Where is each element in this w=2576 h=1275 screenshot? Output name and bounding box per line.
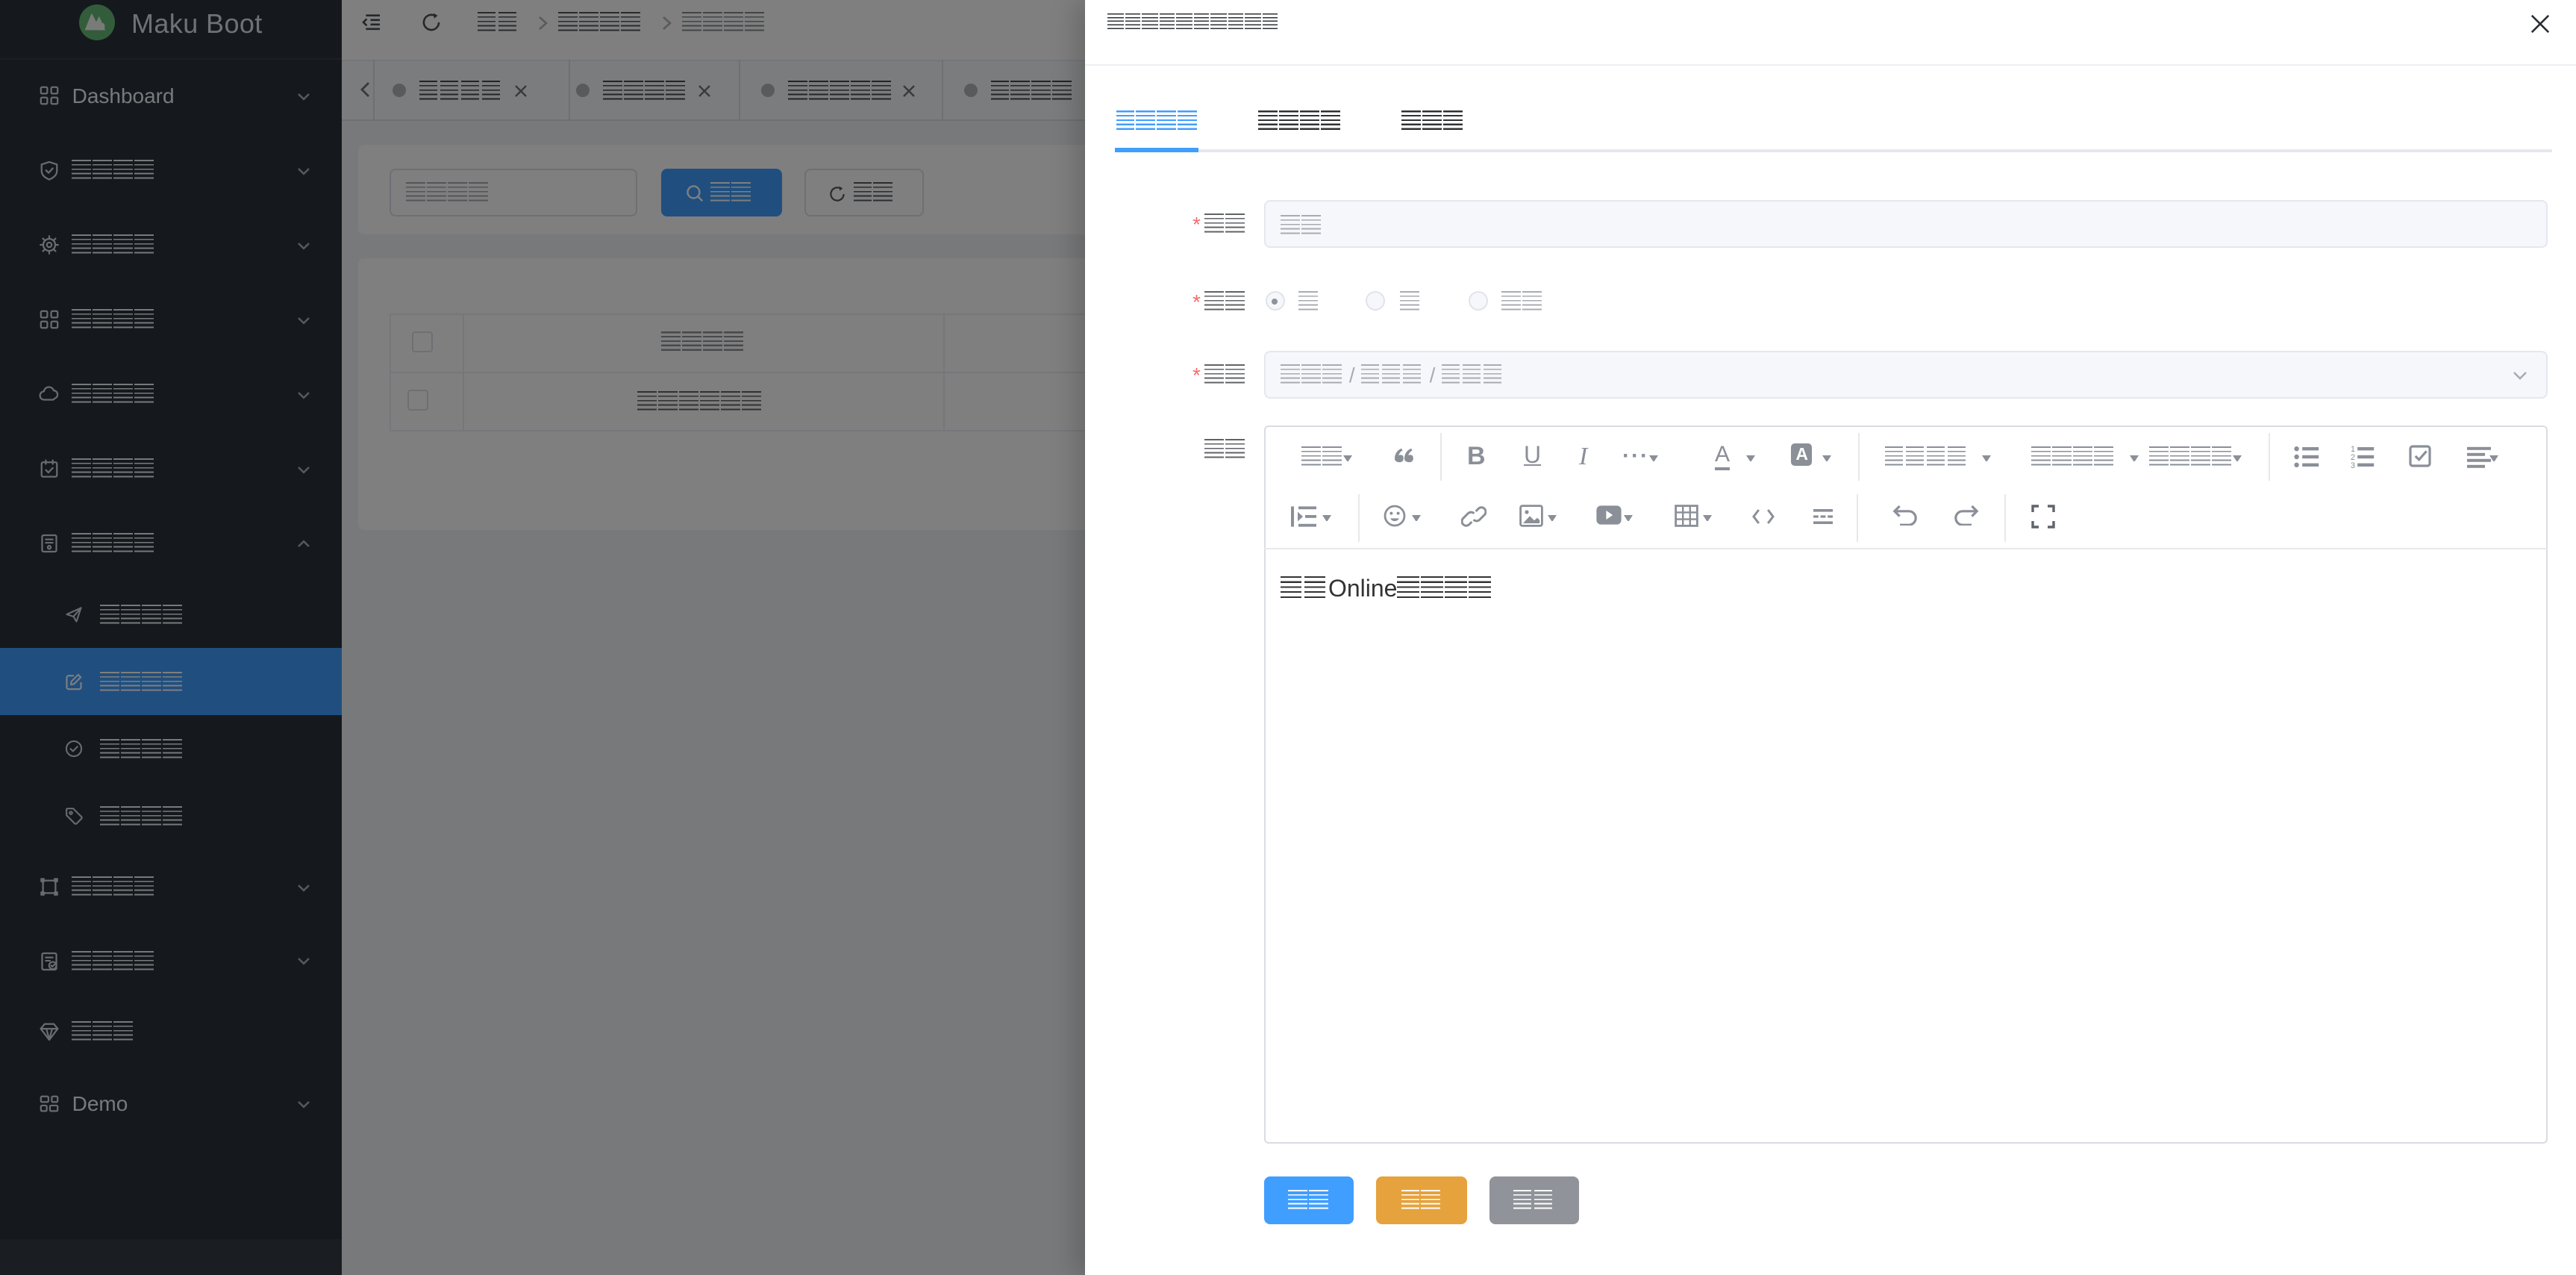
svg-text:3: 3: [2351, 461, 2355, 469]
